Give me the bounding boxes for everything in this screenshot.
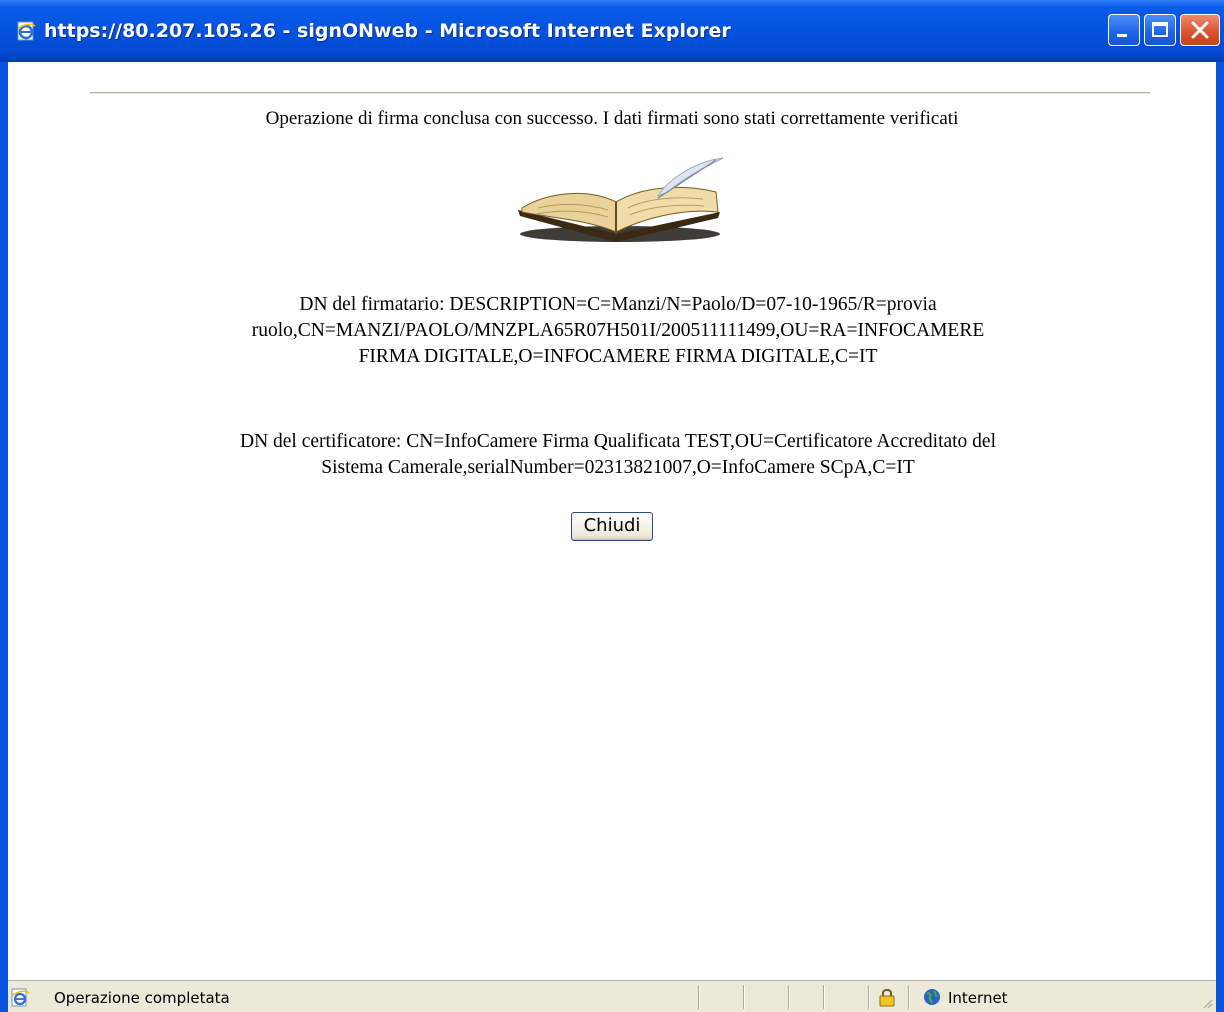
status-separator xyxy=(823,985,825,1009)
security-zone: Internet xyxy=(948,989,1008,1007)
status-text: Operazione completata xyxy=(54,989,230,1007)
minimize-button[interactable] xyxy=(1108,14,1140,46)
title-bar[interactable]: https://80.207.105.26 - signONweb - Micr… xyxy=(0,0,1224,62)
status-separator xyxy=(868,985,870,1009)
book-quill-icon xyxy=(518,157,724,242)
window-title: https://80.207.105.26 - signONweb - Micr… xyxy=(44,20,731,42)
signer-dn-line-1: DN del firmatario: DESCRIPTION=C=Manzi/N… xyxy=(299,294,937,315)
horizontal-rule xyxy=(90,92,1150,94)
browser-window: https://80.207.105.26 - signONweb - Micr… xyxy=(0,0,1224,1012)
ie-page-icon xyxy=(11,988,30,1007)
close-icon xyxy=(1191,21,1209,39)
signer-dn-line-3: FIRMA DIGITALE,O=INFOCAMERE FIRMA DIGITA… xyxy=(358,346,878,367)
signer-dn: DN del firmatario: DESCRIPTION=C=Manzi/N… xyxy=(68,292,1168,370)
globe-icon xyxy=(924,989,940,1005)
signer-dn-line-2: ruolo,CN=MANZI/PAOLO/MNZPLA65R07H501I/20… xyxy=(251,320,985,341)
ie-page-icon xyxy=(17,21,36,41)
button-row: Chiudi xyxy=(8,512,1216,541)
certifier-dn: DN del certificatore: CN=InfoCamere Firm… xyxy=(68,429,1168,481)
status-separator xyxy=(908,985,910,1009)
certifier-dn-line-2: Sistema Camerale,serialNumber=0231382100… xyxy=(321,457,915,478)
maximize-button[interactable] xyxy=(1144,14,1176,46)
status-separator xyxy=(788,985,790,1009)
lock-icon[interactable] xyxy=(878,987,896,1007)
maximize-icon xyxy=(1152,22,1168,37)
close-button[interactable]: Chiudi xyxy=(570,512,654,541)
status-separator xyxy=(743,985,745,1009)
certifier-dn-line-1: DN del certificatore: CN=InfoCamere Firm… xyxy=(239,431,997,452)
page-content: Operazione di firma conclusa con success… xyxy=(8,62,1216,980)
resize-grip-icon[interactable] xyxy=(1200,996,1214,1010)
status-separator xyxy=(698,985,700,1009)
success-message: Operazione di firma conclusa con success… xyxy=(265,108,959,129)
close-window-button[interactable] xyxy=(1180,14,1220,46)
minimize-icon xyxy=(1117,34,1127,37)
status-bar: Operazione completata Internet xyxy=(8,980,1216,1012)
